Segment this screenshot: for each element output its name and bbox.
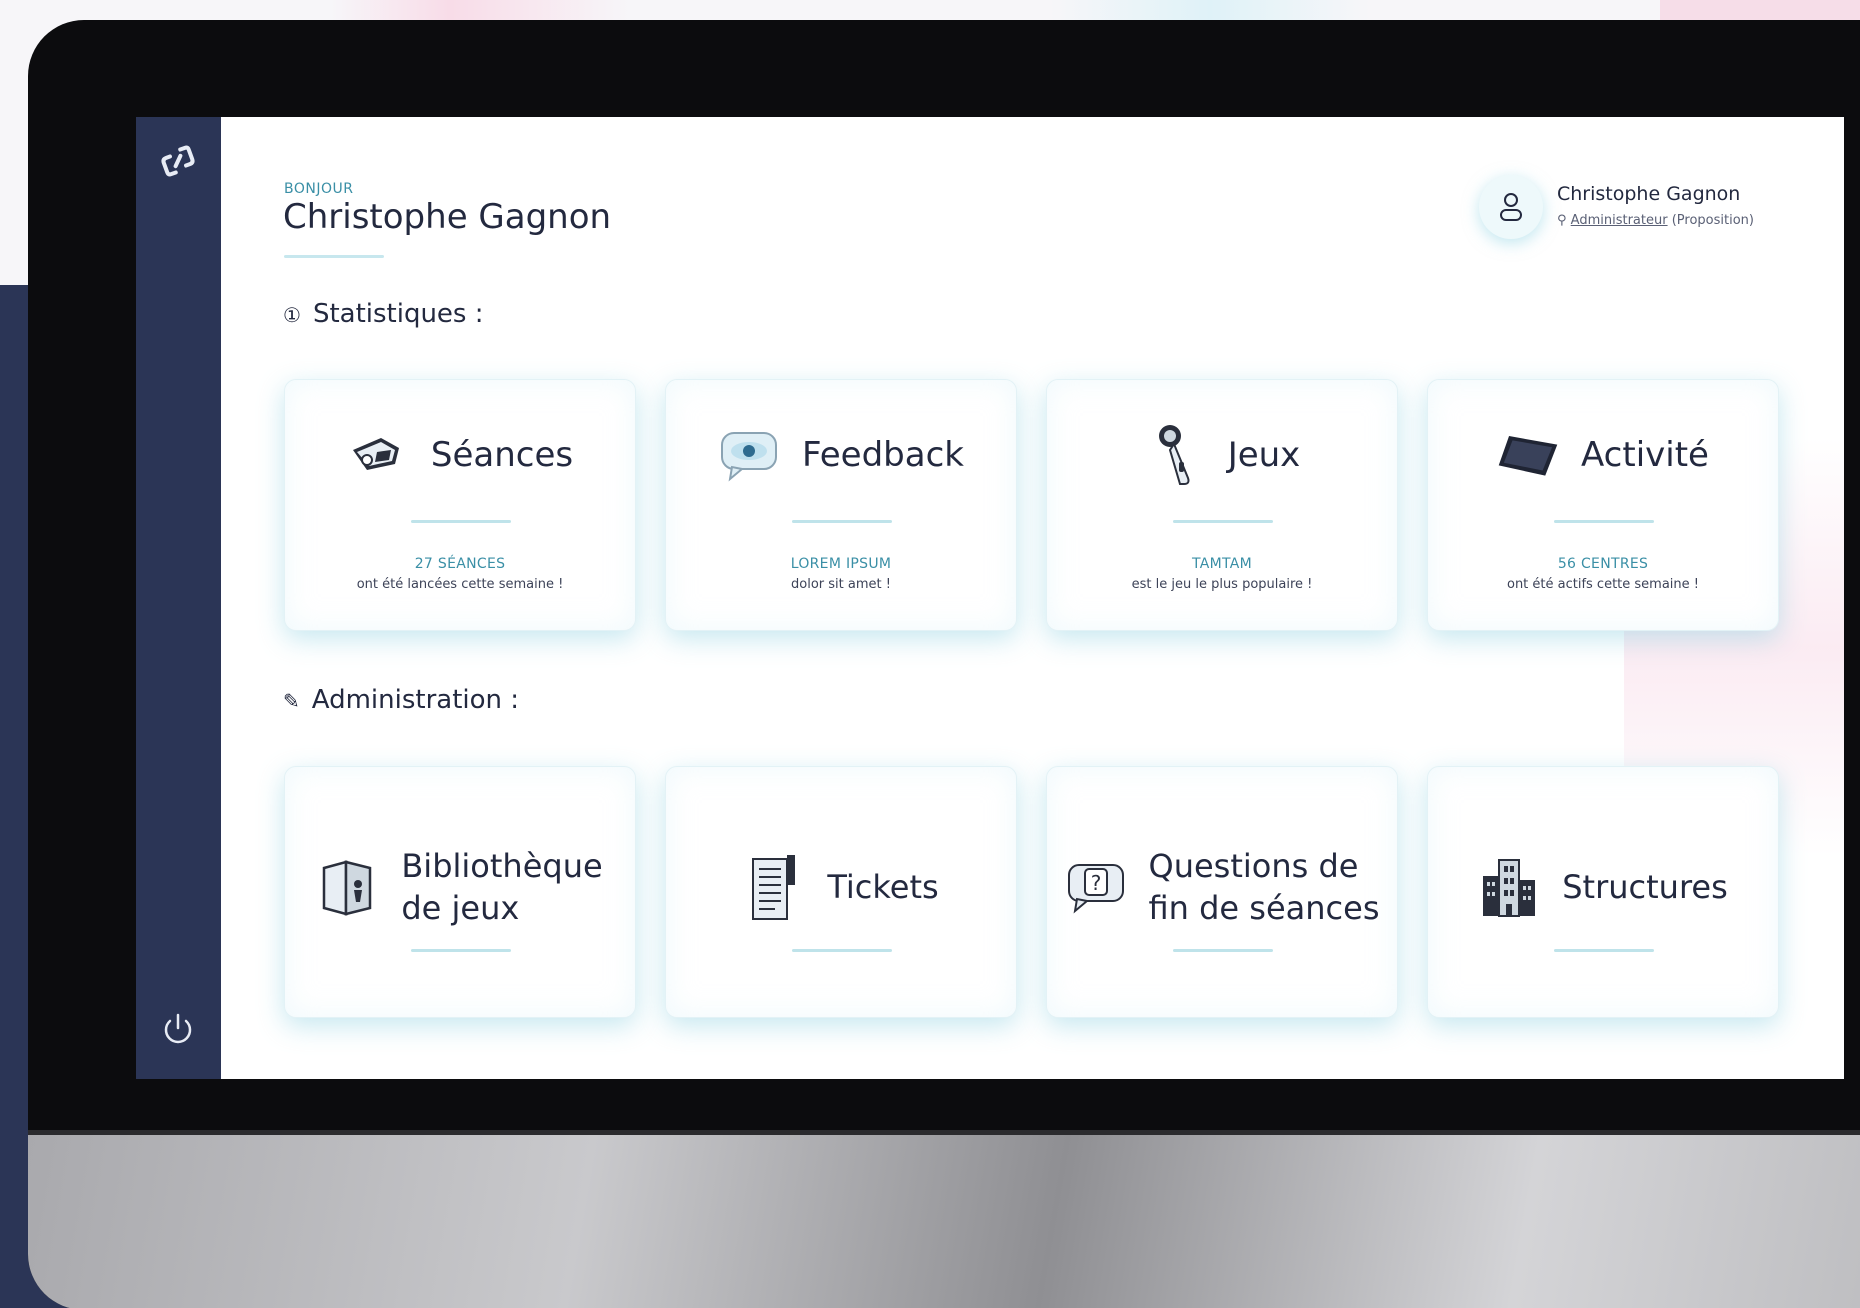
card-feedback-caption: dolor sit amet ! <box>791 577 891 592</box>
stats-section-label: Statistiques : <box>312 299 484 329</box>
card-seances[interactable]: Séances 27 SÉANCES ont été lancées cette… <box>284 379 636 631</box>
card-seances-header: Séances <box>285 420 635 490</box>
user-icon[interactable] <box>1479 175 1543 239</box>
card-bibliotheque-title-line1: Bibliothèque <box>401 847 603 885</box>
monitor-frame: BONJOUR Christophe Gagnon Christophe Gag… <box>28 20 1860 1308</box>
pencil-icon: ✎ <box>283 689 300 713</box>
card-feedback-title: Feedback <box>802 435 964 475</box>
card-bibliotheque[interactable]: Bibliothèque de jeux <box>284 766 636 1018</box>
monitor-chin <box>28 1135 1860 1308</box>
card-structures-header: Structures <box>1428 827 1778 947</box>
card-seances-title: Séances <box>430 435 574 475</box>
sidebar <box>136 117 221 1079</box>
card-jeux-stat: TAMTAM <box>1191 556 1253 572</box>
card-tickets-header: Tickets <box>666 827 1016 947</box>
card-questions-header: ? Questions de fin de séances <box>1047 827 1397 947</box>
card-divider <box>1554 520 1654 523</box>
card-jeux[interactable]: Jeux TAMTAM est le jeu le plus populaire… <box>1046 379 1398 631</box>
game-library-icon <box>317 856 379 918</box>
svg-text:?: ? <box>1090 871 1101 895</box>
card-activite-title: Activité <box>1581 435 1709 475</box>
vr-headset-icon <box>347 424 409 486</box>
power-icon-svg <box>164 1013 192 1044</box>
card-jeux-header: Jeux <box>1047 420 1397 490</box>
app-logo-icon[interactable] <box>150 133 206 189</box>
card-bibliotheque-header: Bibliothèque de jeux <box>285 827 635 947</box>
user-icon-svg <box>1500 193 1522 221</box>
greeting-underline <box>284 255 384 258</box>
greeting-label: BONJOUR <box>284 181 354 197</box>
card-feedback-stat: LOREM IPSUM <box>790 556 892 572</box>
card-divider <box>1554 949 1654 952</box>
greeting-name: Christophe Gagnon <box>283 197 612 237</box>
question-bubble-icon: ? <box>1065 856 1127 918</box>
chat-bubble-icon <box>718 424 780 486</box>
card-structures[interactable]: Structures <box>1427 766 1779 1018</box>
card-seances-caption: ont été lancées cette semaine ! <box>356 577 564 592</box>
user-name: Christophe Gagnon <box>1557 183 1741 205</box>
badge-icon: ⚲ <box>1557 213 1567 228</box>
buildings-icon <box>1478 856 1540 918</box>
vr-controller-icon <box>1144 424 1206 486</box>
card-activite-header: Activité <box>1428 420 1778 490</box>
card-divider <box>411 949 511 952</box>
admin-section-label: Administration : <box>311 685 520 715</box>
card-activite[interactable]: Activité 56 CENTRES ont été actifs cette… <box>1427 379 1779 631</box>
user-profile[interactable]: Christophe Gagnon ⚲ Administrateur (Prop… <box>1479 175 1839 255</box>
card-structures-title-line1: Structures <box>1562 868 1728 906</box>
card-activite-caption: ont été actifs cette semaine ! <box>1506 577 1700 592</box>
card-jeux-caption: est le jeu le plus populaire ! <box>1131 577 1313 592</box>
card-bibliotheque-title-line2: de jeux <box>401 889 520 927</box>
app-logo-icon-svg <box>161 145 195 177</box>
card-divider <box>1173 520 1273 523</box>
tablet-icon <box>1497 424 1559 486</box>
app-screen: BONJOUR Christophe Gagnon Christophe Gag… <box>136 117 1844 1079</box>
power-icon[interactable] <box>158 1009 198 1049</box>
card-feedback[interactable]: Feedback LOREM IPSUM dolor sit amet ! <box>665 379 1017 631</box>
card-questions-title-line2: fin de séances <box>1148 889 1380 927</box>
card-tickets[interactable]: Tickets <box>665 766 1017 1018</box>
card-questions-title-line1: Questions de <box>1148 847 1359 885</box>
card-activite-stat: 56 CENTRES <box>1557 556 1649 572</box>
info-icon: ① <box>283 303 301 327</box>
ticket-document-icon <box>743 855 805 920</box>
user-role-link[interactable]: Administrateur <box>1571 213 1668 228</box>
user-role: ⚲ Administrateur (Proposition) <box>1557 213 1754 228</box>
card-feedback-header: Feedback <box>666 420 1016 490</box>
card-divider <box>792 520 892 523</box>
main-content: BONJOUR Christophe Gagnon Christophe Gag… <box>221 117 1844 1079</box>
card-divider <box>411 520 511 523</box>
card-jeux-title: Jeux <box>1227 435 1301 475</box>
admin-section-title: ✎ Administration : <box>283 685 519 715</box>
user-role-suffix: (Proposition) <box>1671 213 1754 228</box>
card-bibliotheque-title: Bibliothèque de jeux <box>401 845 602 929</box>
stats-section-title: ① Statistiques : <box>283 299 484 329</box>
card-questions[interactable]: ? Questions de fin de séances <box>1046 766 1398 1018</box>
card-divider <box>1173 949 1273 952</box>
card-questions-title: Questions de fin de séances <box>1149 845 1380 929</box>
card-tickets-title-line1: Tickets <box>827 868 939 906</box>
card-seances-stat: 27 SÉANCES <box>414 556 506 572</box>
card-structures-title: Structures <box>1562 866 1728 908</box>
card-divider <box>792 949 892 952</box>
card-tickets-title: Tickets <box>827 866 938 908</box>
